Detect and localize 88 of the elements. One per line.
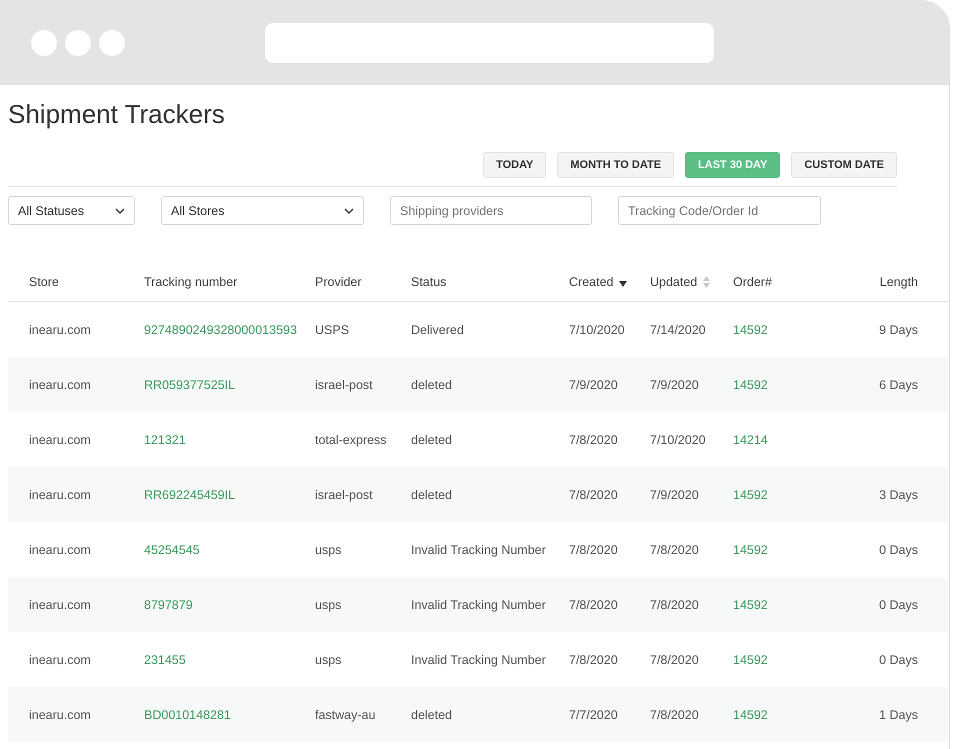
length-cell: 0 Days [879,598,918,612]
status-cell: Invalid Tracking Number [411,598,546,612]
tracking-link[interactable]: RR059377525IL [144,378,236,392]
order-link[interactable]: 14592 [733,598,768,612]
status-cell: Invalid Tracking Number [411,542,546,556]
column-header: Updated [650,275,698,289]
sort-down-icon[interactable] [619,281,628,287]
provider-cell: usps [315,542,342,556]
updated-cell: 7/8/2020 [650,542,699,556]
page-title: Shipment Trackers [8,99,226,131]
column-header: Tracking number [144,275,238,289]
provider-cell: fastway-au [315,708,376,722]
chevron-down-icon [115,208,125,214]
provider-cell: USPS [315,322,350,336]
status-cell: deleted [411,378,452,392]
status-cell: deleted [411,432,452,446]
date-range-button[interactable]: MONTH TO DATE [557,152,674,178]
created-cell: 7/7/2020 [569,708,618,722]
provider-cell: usps [315,598,342,612]
sort-icon[interactable] [703,276,710,288]
tracking-link[interactable]: BD0010148281 [144,708,231,722]
updated-cell: 7/9/2020 [650,488,699,502]
column-header: Order# [733,275,772,289]
status-cell: deleted [411,488,452,502]
status-cell: Delivered [411,322,464,336]
store-cell: inearu.com [29,488,91,502]
created-cell: 7/9/2020 [569,378,618,392]
store-cell: inearu.com [29,378,91,392]
date-range-button[interactable]: LAST 30 DAY [685,152,780,178]
store-cell: inearu.com [29,652,91,666]
updated-cell: 7/10/2020 [650,432,706,446]
column-header: Length [880,275,918,289]
order-link[interactable]: 14592 [733,708,768,722]
length-cell: 0 Days [879,542,918,556]
provider-cell: israel-post [315,488,373,502]
updated-cell: 7/8/2020 [650,652,699,666]
filter-dropdown[interactable]: All Stores [161,196,364,225]
updated-cell: 7/9/2020 [650,378,699,392]
store-cell: inearu.com [29,322,91,336]
order-link[interactable]: 14592 [733,322,768,336]
column-header: Store [29,275,59,289]
window-dot[interactable] [31,30,57,56]
provider-cell: total-express [315,432,387,446]
address-bar[interactable] [265,22,714,62]
store-cell: inearu.com [29,432,91,446]
column-header: Status [411,275,446,289]
tracking-link[interactable]: 121321 [144,432,186,446]
search-field[interactable]: Tracking Code/Order Id [618,196,821,225]
filter-dropdown[interactable]: All Statuses [8,196,135,225]
tracking-link[interactable]: 9274890249328000013593 [144,322,297,336]
date-range-button[interactable]: CUSTOM DATE [791,152,897,178]
window-dot[interactable] [99,30,125,56]
updated-cell: 7/8/2020 [650,708,699,722]
provider-cell: israel-post [315,378,373,392]
column-header: Created [569,275,614,289]
length-cell: 9 Days [879,322,918,336]
order-link[interactable]: 14592 [733,542,768,556]
created-cell: 7/8/2020 [569,488,618,502]
updated-cell: 7/14/2020 [650,322,706,336]
store-cell: inearu.com [29,598,91,612]
column-header: Provider [315,275,362,289]
store-cell: inearu.com [29,542,91,556]
order-link[interactable]: 14592 [733,378,768,392]
length-cell: 3 Days [879,488,918,502]
created-cell: 7/8/2020 [569,432,618,446]
created-cell: 7/10/2020 [569,322,625,336]
tracking-link[interactable]: 45254545 [144,542,200,556]
window-dot[interactable] [65,30,91,56]
status-cell: Invalid Tracking Number [411,652,546,666]
chevron-down-icon [344,208,354,214]
store-cell: inearu.com [29,708,91,722]
tracking-link[interactable]: RR692245459IL [144,488,236,502]
created-cell: 7/8/2020 [569,652,618,666]
created-cell: 7/8/2020 [569,598,618,612]
date-range-button[interactable]: TODAY [483,152,546,178]
order-link[interactable]: 14592 [733,652,768,666]
length-cell: 0 Days [879,652,918,666]
length-cell: 1 Days [879,708,918,722]
created-cell: 7/8/2020 [569,542,618,556]
status-cell: deleted [411,708,452,722]
tracking-link[interactable]: 231455 [144,652,186,666]
provider-cell: usps [315,652,342,666]
updated-cell: 7/8/2020 [650,598,699,612]
order-link[interactable]: 14592 [733,488,768,502]
search-field[interactable]: Shipping providers [390,196,592,225]
order-link[interactable]: 14214 [733,432,768,446]
length-cell: 6 Days [879,378,918,392]
tracking-link[interactable]: 8797879 [144,598,193,612]
